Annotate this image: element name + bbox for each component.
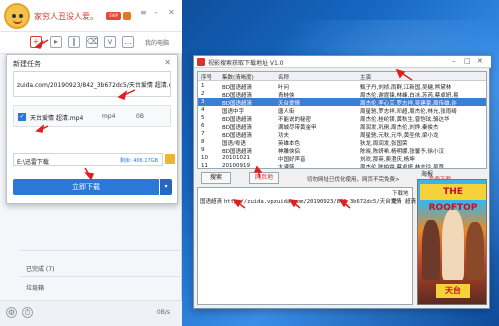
arrowhead xyxy=(253,165,263,173)
arrowhead xyxy=(395,68,406,79)
arrowhead xyxy=(35,124,45,133)
arrowhead xyxy=(84,171,95,181)
annotation-arrows xyxy=(34,39,413,209)
arrowhead xyxy=(34,39,44,49)
arrowhead xyxy=(117,90,128,101)
